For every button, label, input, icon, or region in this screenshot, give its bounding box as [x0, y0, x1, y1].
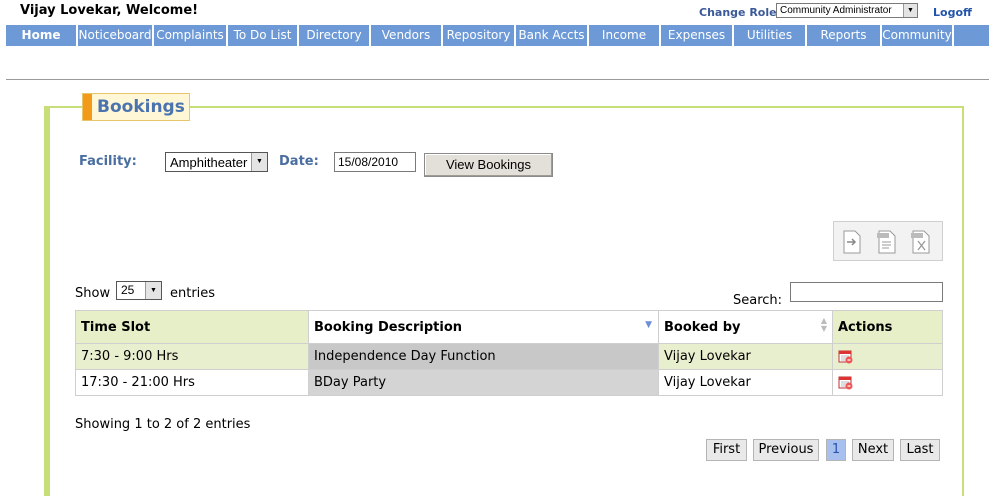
entries-label: entries [170, 286, 216, 301]
nav-tab-noticeboard[interactable]: Noticeboard [78, 25, 154, 46]
column-header-booking-description[interactable]: Booking Description ▼ [308, 310, 659, 344]
pagination-last-button[interactable]: Last [900, 439, 940, 461]
sort-both-icon: ▲ ▼ [820, 316, 827, 333]
nav-tab-utilities[interactable]: Utilities [734, 25, 807, 46]
calendar-delete-icon[interactable] [838, 375, 853, 390]
change-role-label: Change Role: [699, 6, 781, 19]
column-header-actions: Actions [832, 310, 943, 344]
legend-accent [83, 94, 92, 120]
page-title: Bookings [97, 97, 185, 117]
date-input-value: 15/08/2010 [338, 155, 399, 169]
nav-tab-expenses[interactable]: Expenses [661, 25, 734, 46]
pagination-previous-button[interactable]: Previous [753, 439, 819, 461]
description-cell: BDay Party [308, 369, 659, 396]
nav-tab-repository[interactable]: Repository [443, 25, 516, 46]
role-select-value: Community Administrator [780, 5, 892, 16]
role-select[interactable]: Community Administrator ▼ [776, 3, 918, 18]
show-label: Show [75, 286, 111, 301]
nav-tab-community[interactable]: Community [882, 25, 954, 46]
facility-select[interactable]: Amphitheater ▼ [165, 152, 268, 172]
nav-tab-bank-accts[interactable]: Bank Accts [516, 25, 589, 46]
export-toolbar [833, 221, 943, 261]
bookings-table: Time Slot Booking Description ▼ Booked by… [75, 310, 943, 396]
facility-label: Facility: [79, 154, 137, 169]
logoff-link[interactable]: Logoff [933, 6, 972, 19]
time-slot-cell: 17:30 - 21:00 Hrs [75, 369, 309, 396]
calendar-delete-icon[interactable] [838, 349, 853, 364]
nav-tab-income[interactable]: Income [589, 25, 661, 46]
search-input[interactable] [790, 282, 943, 302]
description-cell: Independence Day Function [308, 343, 659, 370]
export-icon[interactable] [841, 230, 863, 254]
pagination-next-button[interactable]: Next [852, 439, 894, 461]
pagination-page-1[interactable]: 1 [826, 439, 846, 461]
nav-tab-todo[interactable]: To Do List [228, 25, 299, 46]
entries-select-value: 25 [121, 283, 135, 297]
facility-select-value: Amphitheater [170, 155, 248, 170]
nav-tab-home[interactable]: Home [6, 25, 78, 46]
section-legend: Bookings [82, 93, 190, 121]
welcome-text: Vijay Lovekar, Welcome! [20, 3, 199, 18]
table-row: 7:30 - 9:00 Hrs Independence Day Functio… [75, 343, 943, 370]
entries-select[interactable]: 25 ▼ [116, 281, 162, 300]
xls-icon[interactable] [910, 230, 932, 254]
actions-cell [832, 343, 943, 370]
main-nav: Home Noticeboard Complaints To Do List D… [6, 25, 989, 46]
booked-by-cell: Vijay Lovekar [658, 343, 833, 370]
csv-icon[interactable] [876, 230, 898, 254]
header-divider [6, 79, 989, 80]
top-bar: Vijay Lovekar, Welcome! Change Role: Com… [0, 0, 989, 24]
pagination-first-button[interactable]: First [706, 439, 747, 461]
date-input[interactable]: 15/08/2010 [334, 152, 416, 172]
table-info: Showing 1 to 2 of 2 entries [75, 417, 251, 432]
chevron-down-icon[interactable]: ▼ [903, 4, 917, 17]
search-label: Search: [733, 293, 783, 308]
actions-cell [832, 369, 943, 396]
nav-tab-directory[interactable]: Directory [299, 25, 371, 46]
time-slot-cell: 7:30 - 9:00 Hrs [75, 343, 309, 370]
date-label: Date: [279, 154, 319, 169]
sort-desc-icon: ▼ [645, 320, 652, 330]
nav-tab-reports[interactable]: Reports [807, 25, 882, 46]
chevron-down-icon[interactable]: ▼ [251, 153, 267, 171]
nav-tab-complaints[interactable]: Complaints [154, 25, 228, 46]
view-bookings-button[interactable]: View Bookings [424, 153, 553, 177]
table-row: 17:30 - 21:00 Hrs BDay Party Vijay Lovek… [75, 369, 943, 396]
table-header-row: Time Slot Booking Description ▼ Booked by… [75, 310, 943, 344]
chevron-down-icon[interactable]: ▼ [145, 282, 161, 299]
column-header-time-slot[interactable]: Time Slot [75, 310, 309, 344]
booked-by-cell: Vijay Lovekar [658, 369, 833, 396]
column-header-booked-by[interactable]: Booked by ▲ ▼ [658, 310, 833, 344]
nav-tab-vendors[interactable]: Vendors [371, 25, 443, 46]
